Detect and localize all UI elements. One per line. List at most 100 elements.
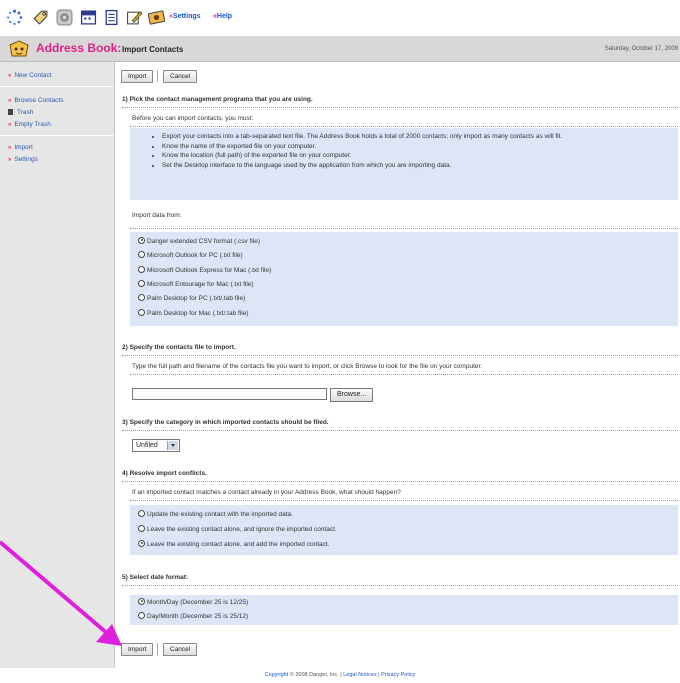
sidebar-group-browse: » Browse Contacts Trash » Empty Trash xyxy=(0,87,114,136)
option-label: Microsoft Outlook for PC (.txt file) xyxy=(147,252,243,259)
section-5-title: 5) Select date format: xyxy=(122,574,189,581)
import-source-option[interactable]: Microsoft Outlook for PC (.txt file) xyxy=(138,250,243,261)
radio-unselected[interactable] xyxy=(138,611,145,619)
sidebar-item-browse-contacts[interactable]: » Browse Contacts xyxy=(0,95,114,107)
option-label: Leave the existing contact alone, and ig… xyxy=(147,526,337,533)
photo-icon[interactable] xyxy=(148,9,165,26)
help-link[interactable]: »Help xyxy=(213,13,232,20)
privacy-policy-link[interactable]: Privacy Policy xyxy=(381,672,415,678)
conflict-option[interactable]: Update the existing contact with the imp… xyxy=(138,509,293,520)
help-link-label: Help xyxy=(216,13,233,20)
requirement-item: Set the Desktop interface to the languag… xyxy=(162,161,678,171)
radio-unselected[interactable] xyxy=(138,279,145,287)
section-4-subtitle: If an imported contact matches a contact… xyxy=(132,489,401,496)
divider xyxy=(122,585,678,586)
requirements-panel: Export your contacts into a tab-separate… xyxy=(130,128,678,200)
radio-unselected[interactable] xyxy=(138,293,145,301)
edit-pencil-icon[interactable] xyxy=(126,9,143,26)
date-format-panel: Month/Day (December 25 is 12/25) Day/Mon… xyxy=(130,595,678,625)
divider xyxy=(130,126,678,127)
sidebar-item-label: Settings xyxy=(14,156,38,163)
import-source-option[interactable]: Microsoft Entourage for Mac (.txt file) xyxy=(138,279,254,290)
browse-button[interactable]: Browse... xyxy=(330,388,374,402)
section-1-subtitle: Before you can import contacts, you must… xyxy=(132,115,254,122)
conflict-panel: Update the existing contact with the imp… xyxy=(130,505,678,555)
sidebar-item-label: Trash xyxy=(17,109,34,116)
button-divider xyxy=(157,70,158,82)
import-button-top[interactable]: Import xyxy=(121,70,154,83)
cancel-button-bottom[interactable]: Cancel xyxy=(163,643,198,656)
settings-gear-icon[interactable] xyxy=(56,9,73,26)
settings-link-label: Settings xyxy=(172,13,201,20)
radio-unselected[interactable] xyxy=(138,265,145,273)
divider xyxy=(122,430,678,431)
sidebar-item-label: Empty Trash xyxy=(14,121,51,128)
radio-selected[interactable] xyxy=(138,597,145,605)
cancel-button-top[interactable]: Cancel xyxy=(163,70,198,83)
import-source-option[interactable]: Palm Desktop for PC (.txt/.tab file) xyxy=(138,293,246,304)
address-book-logo-icon xyxy=(8,39,30,58)
top-toolbar: »Settings »Help xyxy=(0,0,680,36)
settings-link[interactable]: »Settings xyxy=(169,13,201,20)
option-label: Palm Desktop for Mac (.txt/.tab file) xyxy=(147,310,249,317)
chevron-right-icon: » xyxy=(8,73,12,79)
option-label: Palm Desktop for PC (.txt/.tab file) xyxy=(147,295,246,302)
divider xyxy=(130,228,678,229)
date-format-option[interactable]: Day/Month (December 25 is 25/12) xyxy=(138,611,248,622)
radio-unselected[interactable] xyxy=(138,509,145,517)
tag-icon[interactable] xyxy=(32,9,49,26)
app-header: Address Book: Import Contacts Saturday, … xyxy=(0,36,680,62)
option-label: Microsoft Outlook Express for Mac (.txt … xyxy=(147,267,272,274)
section-3-title: 3) Specify the category in which importe… xyxy=(122,419,329,426)
sidebar-item-label: Import xyxy=(14,144,33,151)
option-label: Microsoft Entourage for Mac (.txt file) xyxy=(147,281,254,288)
import-source-option[interactable]: Microsoft Outlook Express for Mac (.txt … xyxy=(138,265,272,276)
calendar-icon[interactable] xyxy=(80,9,97,26)
divider xyxy=(122,481,678,482)
radio-selected[interactable] xyxy=(138,236,145,244)
chevron-down-icon[interactable] xyxy=(167,441,178,450)
section-2-subtitle: Type the full path and filename of the c… xyxy=(132,363,483,370)
section-2-title: 2) Specify the contacts file to import. xyxy=(122,344,236,351)
radio-unselected[interactable] xyxy=(138,250,145,258)
sidebar-item-empty-trash[interactable]: » Empty Trash xyxy=(0,119,114,131)
copyright-link[interactable]: Copyright xyxy=(265,672,289,678)
requirement-item: Export your contacts into a tab-separate… xyxy=(162,132,678,142)
chevron-right-icon: » xyxy=(8,145,12,151)
option-label: Danger extended CSV format (.csv file) xyxy=(147,238,261,245)
category-select[interactable]: Unfiled xyxy=(132,439,180,452)
radio-unselected[interactable] xyxy=(138,524,145,532)
date-format-option[interactable]: Month/Day (December 25 is 12/25) xyxy=(138,597,249,608)
sidebar-item-label: Browse Contacts xyxy=(14,97,64,104)
contacts-file-input[interactable] xyxy=(132,388,327,400)
notes-icon[interactable] xyxy=(103,9,120,26)
legal-notices-link[interactable]: Legal Notices xyxy=(343,672,376,678)
requirement-item: Know the name of the exported file on yo… xyxy=(162,142,678,152)
import-source-option[interactable]: Palm Desktop for Mac (.txt/.tab file) xyxy=(138,308,249,319)
chevron-right-icon: » xyxy=(8,122,12,128)
sidebar-item-trash[interactable]: Trash xyxy=(0,107,114,119)
sidebar-item-settings[interactable]: » Settings xyxy=(0,154,114,166)
page-footer: Copyright © 2008 Danger, Inc. | Legal No… xyxy=(0,668,680,683)
category-value: Unfiled xyxy=(136,442,158,449)
import-source-option[interactable]: Danger extended CSV format (.csv file) xyxy=(138,236,261,247)
radio-selected[interactable] xyxy=(138,539,145,547)
pointer-arrow-icon xyxy=(0,540,122,646)
sidebar-group-new: » New Contact xyxy=(0,62,114,87)
loading-icon[interactable] xyxy=(6,9,23,26)
button-divider xyxy=(157,643,158,655)
radio-unselected[interactable] xyxy=(138,308,145,316)
conflict-option[interactable]: Leave the existing contact alone, and ig… xyxy=(138,524,337,535)
page-title: Import Contacts xyxy=(122,45,184,54)
option-label: Update the existing contact with the imp… xyxy=(147,511,293,518)
conflict-option[interactable]: Leave the existing contact alone, and ad… xyxy=(138,539,329,550)
company-text: © 2008 Danger, Inc. | xyxy=(288,672,344,678)
chevron-right-icon: » xyxy=(8,157,12,163)
divider xyxy=(122,355,678,356)
sidebar-item-import[interactable]: » Import xyxy=(0,142,114,154)
divider xyxy=(122,107,678,108)
sidebar-item-new-contact[interactable]: » New Contact xyxy=(0,70,114,82)
import-form: Import Cancel 1) Pick the contact manage… xyxy=(116,62,680,668)
sidebar-group-tools: » Import » Settings xyxy=(0,136,114,170)
option-label: Month/Day (December 25 is 12/25) xyxy=(147,599,249,606)
